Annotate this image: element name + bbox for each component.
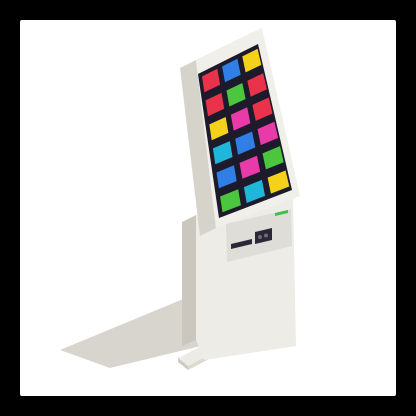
- reader-button-icon: [258, 235, 262, 239]
- kiosk-pedestal-side: [182, 215, 196, 346]
- kiosk-illustration: [60, 28, 300, 370]
